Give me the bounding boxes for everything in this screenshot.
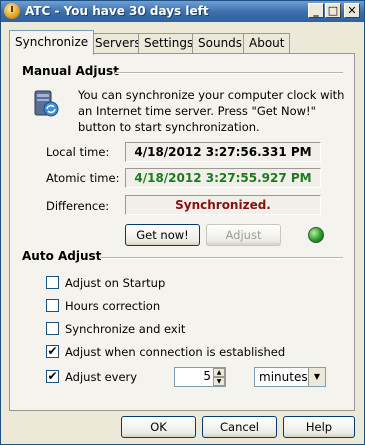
adjust-every-label: Adjust every xyxy=(65,370,138,384)
adjust-on-connection-label: Adjust when connection is established xyxy=(65,345,286,359)
chevron-down-icon[interactable]: ▼ xyxy=(308,368,325,386)
hours-correction-label: Hours correction xyxy=(65,299,161,313)
spin-down-icon[interactable]: ▼ xyxy=(213,377,225,386)
close-button[interactable]: ✕ xyxy=(344,3,360,18)
clock-icon xyxy=(4,3,20,19)
tab-about[interactable]: About xyxy=(243,33,291,53)
ok-button[interactable]: OK xyxy=(121,416,196,438)
app-window: ATC - You have 30 days left _ □ ✕ Synchr… xyxy=(0,0,365,445)
interval-spin-buttons: ▲ ▼ xyxy=(213,368,225,386)
maximize-button[interactable]: □ xyxy=(325,3,341,18)
tab-synchronize[interactable]: Synchronize xyxy=(9,30,95,55)
hours-correction-checkbox[interactable] xyxy=(46,299,59,312)
window-title: ATC - You have 30 days left xyxy=(25,4,209,18)
atomic-time-label: Atomic time: xyxy=(46,171,120,185)
synchronize-and-exit-checkbox[interactable] xyxy=(46,322,59,335)
adjust-on-startup-label: Adjust on Startup xyxy=(65,276,166,290)
title-bar[interactable]: ATC - You have 30 days left _ □ ✕ xyxy=(1,1,364,22)
cancel-button[interactable]: Cancel xyxy=(202,416,277,438)
spin-up-icon[interactable]: ▲ xyxy=(213,368,225,377)
interval-unit-select[interactable]: minutes ▼ xyxy=(254,367,326,387)
adjust-every-checkbox[interactable]: ✔ xyxy=(46,370,59,383)
help-button[interactable]: Help xyxy=(283,416,355,438)
interval-stepper[interactable]: 5 ▲ ▼ xyxy=(174,367,226,387)
manual-adjust-heading: Manual Adjust xyxy=(22,64,119,78)
connection-status-icon xyxy=(308,227,324,243)
interval-unit-value: minutes xyxy=(259,370,308,384)
interval-value[interactable]: 5 xyxy=(203,369,211,383)
atomic-time-value: 4/18/2012 3:27:55.927 PM xyxy=(125,168,321,188)
difference-value: Synchronized. xyxy=(125,195,321,215)
adjust-on-connection-checkbox[interactable]: ✔ xyxy=(46,345,59,358)
get-now-button[interactable]: Get now! xyxy=(125,224,200,246)
synchronize-panel: Manual Adjust You can synchronize your c… xyxy=(9,53,355,411)
adjust-button[interactable]: Adjust xyxy=(206,224,281,246)
difference-label: Difference: xyxy=(46,199,110,213)
computer-sync-icon xyxy=(34,90,59,117)
tab-sounds[interactable]: Sounds xyxy=(192,33,249,53)
adjust-on-startup-checkbox[interactable] xyxy=(46,276,59,289)
synchronize-and-exit-label: Synchronize and exit xyxy=(65,322,186,336)
tab-settings[interactable]: Settings xyxy=(138,33,200,53)
local-time-label: Local time: xyxy=(46,145,110,159)
manual-adjust-description: You can synchronize your computer clock … xyxy=(78,88,345,134)
local-time-value: 4/18/2012 3:27:56.331 PM xyxy=(125,142,321,162)
manual-adjust-divider xyxy=(115,72,343,74)
minimize-button[interactable]: _ xyxy=(308,3,324,18)
auto-adjust-divider xyxy=(100,257,343,259)
auto-adjust-heading: Auto Adjust xyxy=(22,249,102,263)
